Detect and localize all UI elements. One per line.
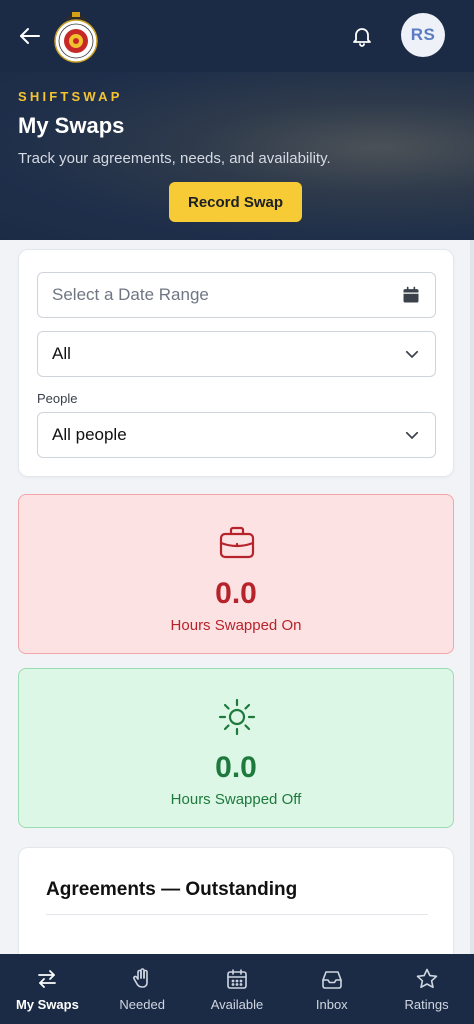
hours-swapped-off-card: 0.0 Hours Swapped Off: [18, 668, 454, 828]
type-select-value: All: [52, 344, 71, 363]
user-avatar[interactable]: RS: [401, 13, 445, 57]
back-button[interactable]: [14, 20, 46, 52]
top-app-bar: RS: [0, 0, 474, 72]
hours-swapped-off-label: Hours Swapped Off: [170, 791, 302, 808]
nav-item-ratings[interactable]: Ratings: [379, 954, 474, 1024]
nav-label: Available: [210, 997, 264, 1012]
agreements-outstanding-card: Agreements — Outstanding: [18, 847, 454, 967]
bell-icon: [353, 28, 371, 47]
calendar-icon: [403, 286, 419, 303]
people-label: People: [37, 391, 78, 406]
briefcase-icon: [219, 526, 255, 559]
hero-banner: SHIFTSWAP My Swaps Track your agreements…: [0, 72, 474, 240]
nav-item-inbox[interactable]: Inbox: [284, 954, 379, 1024]
nav-item-needed[interactable]: Needed: [95, 954, 190, 1024]
date-range-placeholder: Select a Date Range: [52, 285, 209, 304]
chevron-down-icon: [405, 431, 419, 439]
type-select[interactable]: All: [37, 331, 436, 377]
date-range-input[interactable]: Select a Date Range: [37, 272, 436, 318]
hours-swapped-on-label: Hours Swapped On: [170, 617, 302, 634]
people-select[interactable]: All people: [37, 412, 436, 458]
hand-icon: [133, 968, 148, 988]
people-select-value: All people: [52, 425, 127, 444]
hours-swapped-on-card: 0.0 Hours Swapped On: [18, 494, 454, 654]
nav-label: My Swaps: [15, 997, 79, 1012]
fire-department-logo: [52, 8, 100, 64]
nav-label: Ratings: [404, 997, 449, 1012]
inbox-icon: [321, 971, 342, 989]
brand-label: SHIFTSWAP: [18, 89, 123, 104]
agreements-title: Agreements — Outstanding: [46, 879, 298, 900]
chevron-down-icon: [405, 350, 419, 358]
hours-swapped-off-value: 0.0: [215, 751, 257, 784]
swap-arrows-icon: [38, 970, 57, 988]
nav-item-available[interactable]: Available: [190, 954, 285, 1024]
notifications-button[interactable]: [346, 20, 378, 52]
filters-card: Select a Date Range All People All peopl…: [18, 249, 454, 477]
divider: [46, 914, 428, 915]
page-subtitle: Track your agreements, needs, and availa…: [18, 150, 331, 167]
arrow-left-icon: [20, 28, 40, 44]
nav-item-my-swaps[interactable]: My Swaps: [0, 954, 95, 1024]
hours-swapped-on-value: 0.0: [215, 577, 257, 610]
record-swap-button[interactable]: Record Swap: [169, 182, 302, 222]
star-icon: [416, 968, 437, 989]
sun-icon: [218, 698, 256, 736]
page-title: My Swaps: [18, 113, 125, 138]
nav-label: Needed: [119, 997, 165, 1012]
calendar-icon: [227, 969, 247, 989]
scrollbar-track: [470, 240, 474, 954]
nav-label: Inbox: [315, 997, 348, 1012]
bottom-navigation: My Swaps Needed Available Inbox Ratings: [0, 954, 474, 1024]
